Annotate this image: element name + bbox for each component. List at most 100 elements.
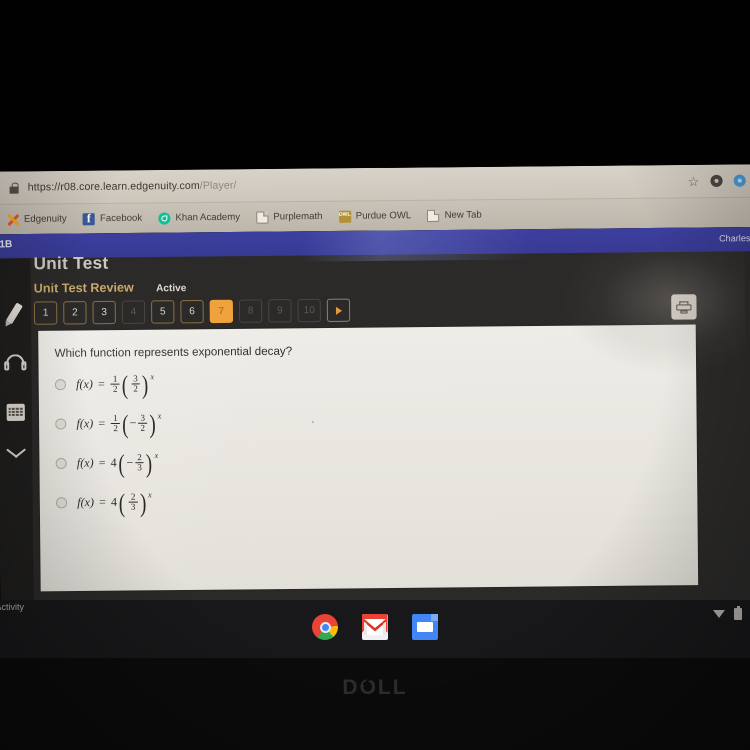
taskbar-dock [0,614,750,640]
negative-sign: − [126,455,134,470]
coefficient: 4 [110,455,117,470]
bookmark-label: Edgenuity [23,213,67,225]
screen-content: https://r08.core.learn.edgenuity.com/Pla… [0,164,750,612]
exponent: x [157,411,162,421]
gmail-icon[interactable] [362,614,388,640]
taskbar-window-label[interactable]: us Activity [0,602,24,612]
address-bar-url[interactable]: https://r08.core.learn.edgenuity.com/Pla… [28,179,237,193]
google-slides-icon[interactable] [412,614,438,640]
bookmark-facebook[interactable]: Facebook [82,212,142,225]
pagination-item-4: 4 [121,300,146,324]
function-label: f(x) [76,377,93,392]
gmail-envelope-glyph [364,619,386,635]
browser-chrome: https://r08.core.learn.edgenuity.com/Pla… [0,164,750,235]
denominator: 2 [131,383,140,395]
equals-sign: = [98,455,106,470]
base-fraction: 2 3 [128,491,138,513]
denominator: 2 [138,423,148,434]
pagination-item-9: 9 [268,299,292,323]
numerator: 3 [140,412,146,423]
omnibox-actions: ☆ [687,164,746,197]
bookmark-new-tab[interactable]: New Tab [427,209,482,222]
numerator: 2 [137,451,142,462]
pagination-item-5[interactable]: 5 [151,300,175,324]
bookmark-edgenuity[interactable]: Edgenuity [7,213,67,226]
bookmark-label: Purdue OWL [355,210,412,222]
assignment-status-row: Unit Test Review Active [33,280,187,296]
radio-button-b[interactable] [55,418,67,430]
page-title: Unit Test [33,253,109,274]
question-pagination: 1 2 3 4 5 6 7 8 9 10 [33,298,351,325]
numerator: 2 [130,491,136,502]
pagination-item-3[interactable]: 3 [92,300,116,325]
next-question-button[interactable] [326,298,351,322]
bookmark-label: New Tab [444,209,482,221]
base-fraction: 3 2 [138,412,148,434]
bookmark-purplemath[interactable]: Purplemath [256,210,322,224]
system-tray [713,606,742,620]
numerator: 3 [133,373,138,384]
equals-sign: = [99,494,107,510]
wifi-icon[interactable] [713,610,725,618]
function-label: f(x) [76,455,94,471]
exponent: x [150,372,155,382]
calculator-icon [6,403,25,421]
numerator: 1 [112,373,118,384]
answer-expression-b: f(x) = 1 2 ( − 3 2 ) x [76,409,162,439]
negative-sign: − [129,416,137,431]
user-name[interactable]: Charles [719,233,750,243]
url-path: /Player/ [199,179,237,192]
denominator: 3 [135,462,144,473]
print-button[interactable] [671,294,697,320]
scroll-up-tool[interactable] [3,449,27,473]
highlighter-tool[interactable] [2,301,26,325]
coefficient: 4 [110,494,118,509]
calculator-tool[interactable] [3,400,27,424]
screen-speck [311,421,314,424]
pagination-item-7[interactable]: 7 [209,299,234,324]
radio-button-c[interactable] [55,458,67,470]
question-prompt: Which function represents exponential de… [54,345,293,360]
equals-sign: = [98,416,106,431]
bookmark-khan-academy[interactable]: Khan Academy [158,211,241,225]
assignment-title: Unit Test Review [33,280,134,296]
laptop-bezel: DOLL [0,658,750,750]
question-panel: Which function represents exponential de… [38,324,699,592]
function-label: f(x) [76,416,94,431]
bookmark-label: Khan Academy [175,211,241,224]
denominator: 2 [110,384,120,395]
pagination-item-6[interactable]: 6 [180,299,204,324]
photo-top-black-bar [0,0,750,170]
pagination-item-1[interactable]: 1 [33,301,58,325]
function-label: f(x) [77,494,95,510]
answer-choice-b[interactable]: f(x) = 1 2 ( − 3 2 ) x [55,409,162,439]
base-fraction: 2 3 [135,451,144,473]
pagination-item-10: 10 [297,298,321,323]
answer-choices: f(x) = 1 2 ( 3 2 ) x f(x) = 1 2 (− 3 2 … [54,370,162,518]
pagination-item-2[interactable]: 2 [63,301,87,325]
chrome-icon[interactable] [312,614,338,640]
audio-tool[interactable] [3,350,27,374]
radio-button-d[interactable] [55,497,68,509]
equals-sign: = [97,377,105,392]
numerator: 1 [113,412,118,423]
bookmark-purdue-owl[interactable]: Purdue OWL [338,210,412,223]
radio-button-a[interactable] [54,379,67,391]
profile-avatar-icon[interactable] [733,174,746,187]
battery-icon[interactable] [734,606,742,620]
answer-choice-c[interactable]: f(x) = 4 ( − 2 3 ) x [55,449,162,479]
denominator: 2 [111,423,120,434]
answer-choice-d[interactable]: f(x) = 4 ( 2 3 ) x [55,488,162,518]
answer-expression-c: f(x) = 4 ( − 2 3 ) x [76,449,159,479]
slides-corner-fold [431,614,438,621]
purdue-owl-icon [338,210,351,223]
extension-icon[interactable] [710,174,723,188]
answer-expression-d: f(x) = 4 ( 2 3 ) x [77,488,152,518]
page-icon [427,209,440,222]
bookmark-star-icon[interactable]: ☆ [688,173,700,188]
slides-sheet [417,622,433,632]
lock-icon [9,182,19,194]
page-icon [256,210,269,224]
dell-logo: DOLL [342,676,408,699]
answer-choice-a[interactable]: f(x) = 1 2 ( 3 2 ) x [54,370,161,400]
